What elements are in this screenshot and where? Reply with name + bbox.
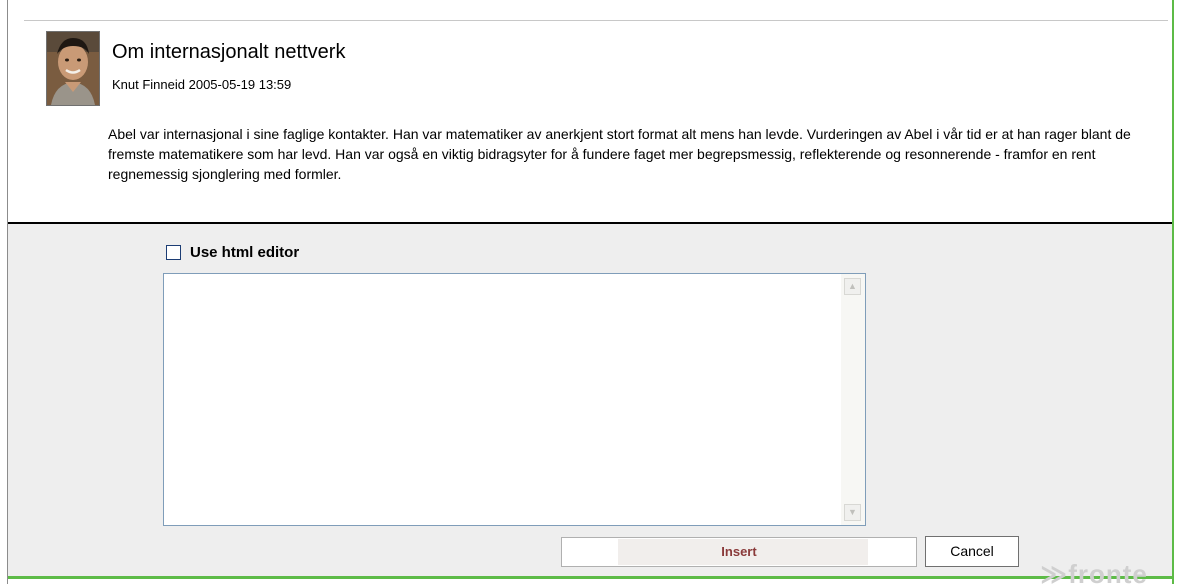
cancel-button[interactable]: Cancel [925,536,1019,567]
scroll-down-arrow-icon[interactable]: ▼ [844,504,861,521]
post-author-date: Knut Finneid 2005-05-19 13:59 [112,77,292,92]
top-divider [24,20,1168,21]
insert-button-label: Insert [721,544,757,559]
insert-button[interactable]: Insert [561,537,917,567]
html-editor-label: Use html editor [190,244,300,261]
textarea-scrollbar[interactable]: ▲ ▼ [841,274,865,525]
window-bottom-border [8,576,1172,579]
author-avatar [46,31,100,106]
reply-textarea[interactable]: ▲ ▼ [163,273,866,526]
scroll-up-arrow-icon[interactable]: ▲ [844,278,861,295]
forum-window: Om internasjonalt nettverk Knut Finneid … [0,0,1191,584]
post-body-text: Abel var internasjonal i sine faglige ko… [108,126,1131,182]
window-right-border [1172,0,1174,584]
watermark-logo: ≫fronte [1040,559,1148,584]
post-title: Om internasjonalt nettverk [112,41,346,63]
html-editor-checkbox[interactable] [166,245,181,260]
